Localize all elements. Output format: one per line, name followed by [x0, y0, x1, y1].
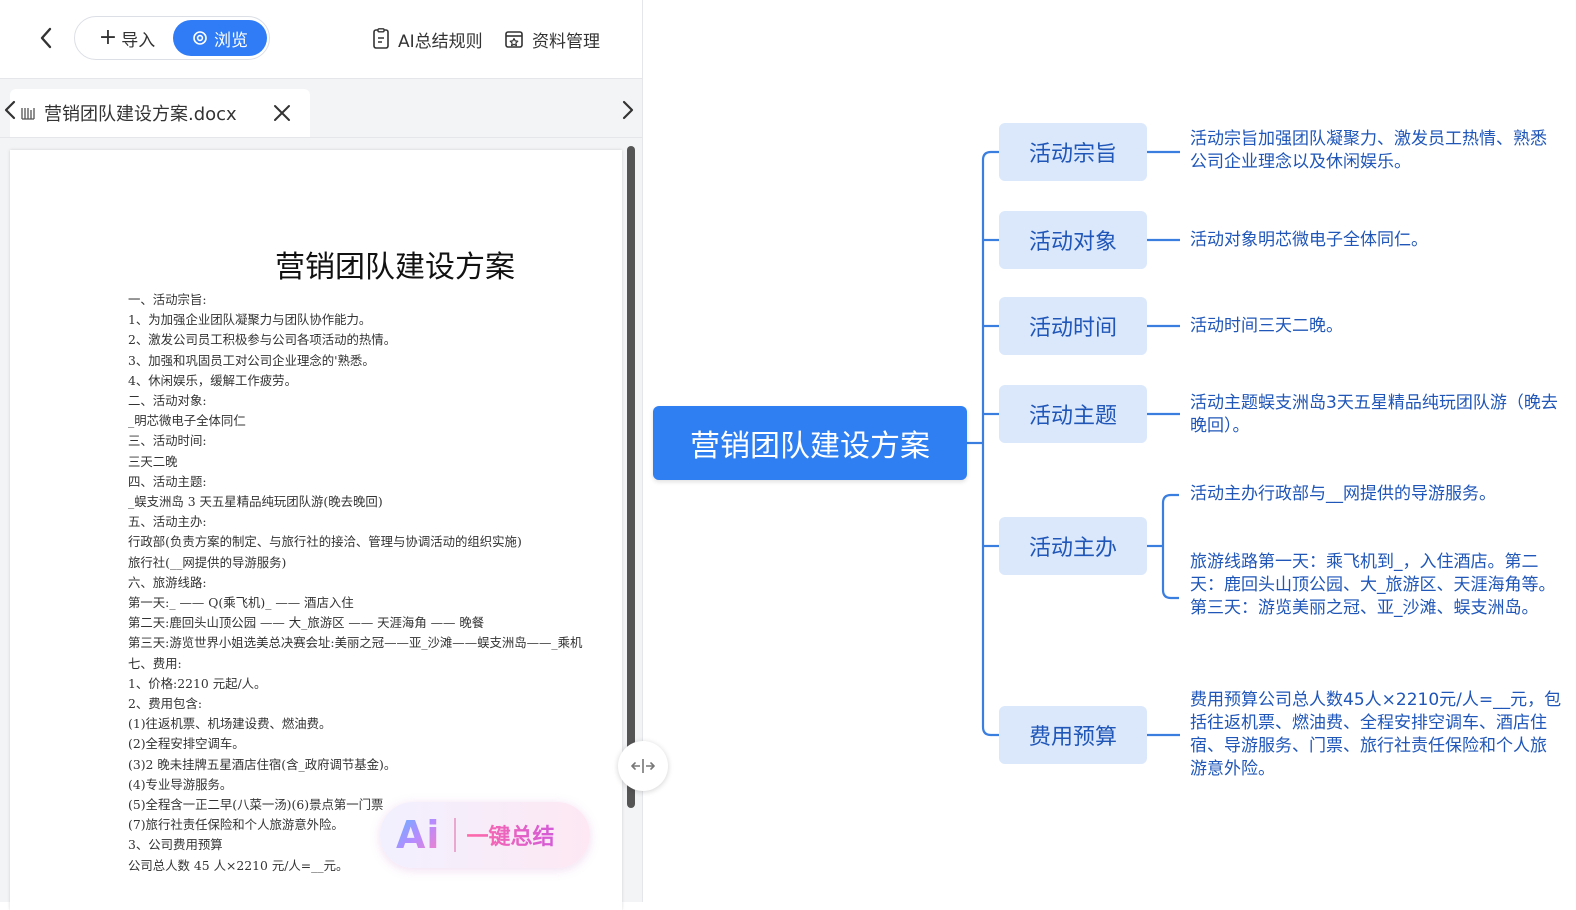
tab-bar: 营销团队建设方案.docx: [0, 79, 642, 138]
import-button[interactable]: + 导入: [83, 21, 171, 55]
mode-switch: + 导入 浏览: [74, 16, 270, 60]
ai-logo-icon: Ai: [396, 813, 441, 857]
import-label: 导入: [121, 30, 156, 51]
mind-map-root[interactable]: 营销团队建设方案: [653, 406, 967, 480]
back-button[interactable]: [30, 22, 62, 54]
document-body: 一、活动宗旨: 1、为加强企业团队凝聚力与团队协作能力。 2、激发公司员工积极参与公…: [128, 290, 622, 876]
document-line: 第三天:游览世界小姐选美总决赛会址:美丽之冠——亚_沙滩——蜈支洲岛——_乘机: [128, 635, 583, 651]
document-line: 四、活动主题:: [128, 473, 207, 489]
document-viewer[interactable]: 营销团队建设方案 一、活动宗旨: 1、为加强企业团队凝聚力与团队协作能力。 2、激发…: [0, 138, 642, 910]
scrollbar[interactable]: [627, 146, 635, 808]
document-line: _明芯微电子全体同仁: [128, 413, 246, 429]
document-line: (1)往返机票、机场建设费、燃油费。: [128, 716, 332, 732]
document-line: 七、费用:: [128, 655, 182, 671]
document-page: 营销团队建设方案 一、活动宗旨: 1、为加强企业团队凝聚力与团队协作能力。 2、激发…: [10, 150, 622, 910]
document-line: 旅行社(__网提供的导游服务): [128, 554, 287, 570]
document-line: 六、旅游线路:: [128, 574, 207, 590]
file-icon: [21, 108, 35, 120]
document-line: (4)专业导游服务。: [128, 776, 233, 792]
ai-rules-label: AI总结规则: [398, 31, 483, 52]
document-line: _蜈支洲岛 3 天五星精品纯玩团队游(晚去晚回): [128, 494, 383, 510]
document-line: 三天二晚: [128, 453, 178, 469]
document-line: 2、激发公司员工积极参与公司各项活动的热情。: [128, 332, 397, 348]
mind-map-node[interactable]: 活动主办: [999, 517, 1147, 575]
leaf-bracket-connector: [1161, 493, 1179, 600]
divider: [454, 818, 457, 852]
mind-map-leaf: 活动对象明芯微电子全体同仁。: [1190, 230, 1428, 250]
mind-map-node[interactable]: 活动宗旨: [999, 123, 1147, 181]
mind-map-leaf: 活动宗旨加强团队凝聚力、激发员工热情、熟悉公司企业理念以及休闲娱乐。: [1190, 129, 1547, 172]
materials-button[interactable]: 资料管理: [504, 25, 600, 53]
browse-label: 浏览: [214, 30, 248, 51]
document-line: 行政部(负责方案的制定、与旅行社的接洽、管理与协调活动的组织实施): [128, 534, 522, 550]
document-line: 五、活动主办:: [128, 514, 207, 530]
tab-document[interactable]: 营销团队建设方案.docx: [10, 89, 310, 137]
materials-label: 资料管理: [532, 31, 600, 52]
mind-map-leaf: 费用预算公司总人数45人×2210元/人=__元，包括往返机票、燃油费、全程安排…: [1190, 690, 1562, 779]
mind-map-leaf: 活动主题蜈支洲岛3天五星精品纯玩团队游（晚去晚回）。: [1190, 393, 1558, 436]
ai-rules-button[interactable]: AI总结规则: [372, 25, 483, 53]
browse-button[interactable]: 浏览: [173, 20, 267, 56]
mind-map-node[interactable]: 活动时间: [999, 297, 1147, 355]
star-box-icon: [505, 31, 523, 48]
mind-map-leaf: 旅游线路第一天：乘飞机到_，入住酒店。第二天：鹿回头山顶公园、大_旅游区、天涯海…: [1190, 552, 1556, 618]
mind-map-leaf: 活动时间三天二晚。: [1190, 316, 1343, 336]
ai-summary-label: 一键总结: [466, 819, 554, 851]
mind-map: 营销团队建设方案 活动宗旨 活动宗旨加强团队凝聚力、激发员工热情、熟悉公司企业理念…: [643, 0, 1576, 902]
document-line: 2、费用包含:: [128, 696, 203, 712]
top-toolbar: + 导入 浏览 AI总结规则 资料管理: [0, 0, 642, 79]
mind-map-node[interactable]: 费用预算: [999, 706, 1147, 764]
close-icon[interactable]: [270, 101, 294, 125]
document-line: (3)2 晚未挂牌五星酒店住宿(含_政府调节基金)。: [128, 756, 397, 772]
document-line: 第一天:_ —— Q(乘飞机)_ —— 酒店入住: [128, 595, 354, 611]
tab-title: 营销团队建设方案.docx: [44, 104, 237, 125]
chevron-left-icon: [40, 27, 52, 49]
split-resize-handle[interactable]: [618, 741, 668, 791]
chevron-right-icon[interactable]: [620, 99, 636, 121]
plus-icon: +: [98, 25, 118, 50]
document-line: 第二天:鹿回头山顶公园 —— 大_旅游区 —— 天涯海角 —— 晚餐: [128, 615, 485, 631]
document-line: 一、活动宗旨:: [128, 292, 207, 307]
document-line: 二、活动对象:: [128, 393, 207, 409]
mind-map-node[interactable]: 活动对象: [999, 211, 1147, 269]
mind-map-node[interactable]: 活动主题: [999, 385, 1147, 443]
document-line: 4、休闲娱乐，缓解工作疲劳。: [128, 372, 297, 388]
mind-map-leaf: 活动主办行政部与__网提供的导游服务。: [1190, 484, 1496, 504]
document-line: 3、加强和巩固员工对公司企业理念的'熟悉。: [128, 352, 375, 368]
resize-horizontal-icon: [631, 759, 655, 773]
document-line: 1、为加强企业团队凝聚力与团队协作能力。: [128, 312, 372, 328]
document-title: 营销团队建设方案: [275, 250, 515, 285]
ai-summary-button[interactable]: Ai 一键总结: [380, 802, 590, 868]
document-icon: [373, 28, 389, 49]
eye-icon: [193, 31, 207, 45]
chevron-left-icon[interactable]: [2, 99, 18, 121]
document-pane: + 导入 浏览 AI总结规则 资料管理 营销团队建设方案.docx 营销团队建设…: [0, 0, 643, 910]
document-line: (2)全程安排空调车。: [128, 736, 245, 752]
document-line: 三、活动时间:: [128, 433, 207, 449]
document-line: 1、价格:2210 元起/人。: [128, 675, 267, 691]
